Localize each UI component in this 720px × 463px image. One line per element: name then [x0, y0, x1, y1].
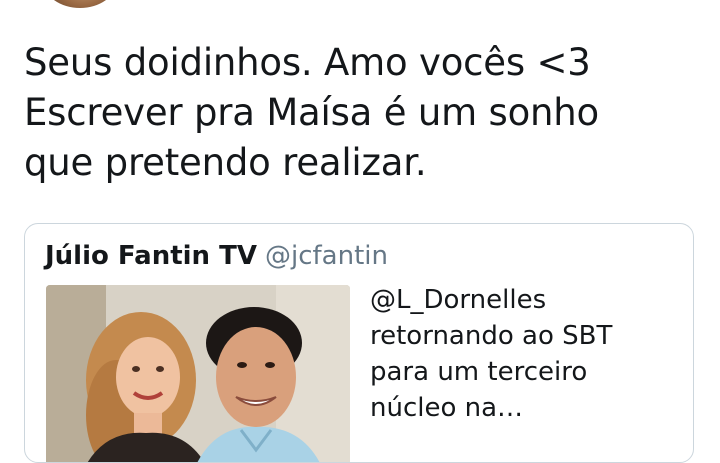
quoted-tweet-card[interactable]: Júlio Fantin TV @jcfantin @L_Dornelles r…	[24, 223, 694, 463]
quoted-author-handle[interactable]: @jcfantin	[265, 241, 388, 271]
tweet-text: Seus doidinhos. Amo vocês <3 Escrever pr…	[24, 38, 704, 188]
tweet-text-line: Escrever pra Maísa é um sonho	[24, 91, 599, 134]
quoted-author-name[interactable]: Júlio Fantin TV	[45, 241, 257, 271]
quoted-text-line: retornando ao SBT	[370, 321, 613, 351]
tweet-text-line: Seus doidinhos. Amo vocês <3	[24, 41, 591, 84]
quoted-tweet-image[interactable]	[46, 285, 350, 462]
quoted-text-line: para um terceiro	[370, 357, 588, 387]
quoted-text-line[interactable]: @L_Dornelles	[370, 282, 680, 318]
avatar[interactable]	[44, 0, 116, 8]
tweet-text-line: que pretendo realizar.	[24, 141, 427, 184]
photo-image	[46, 285, 350, 462]
quoted-text-line: núcleo na…	[370, 393, 524, 423]
quoted-tweet-text: @L_Dornelles retornando ao SBT para um t…	[370, 282, 680, 426]
quoted-tweet-header: Júlio Fantin TV @jcfantin	[45, 238, 388, 274]
